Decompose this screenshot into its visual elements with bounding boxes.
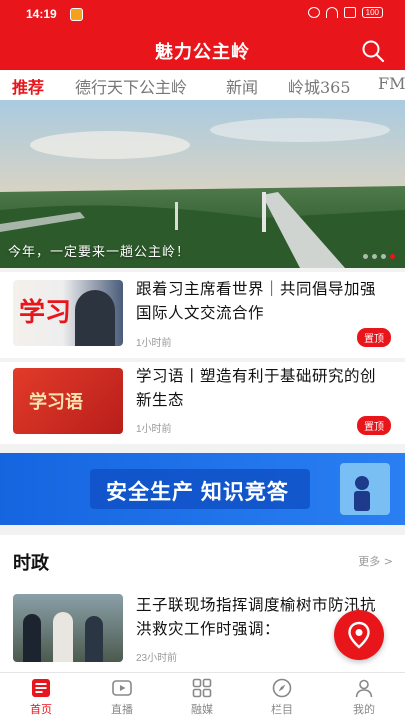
tab-dexing[interactable]: 德行天下公主岭 — [75, 74, 187, 98]
nav-label: 我的 — [353, 703, 375, 716]
tab-lingcheng[interactable]: 岭城365 — [288, 74, 351, 98]
nav-label: 直播 — [111, 703, 133, 716]
tab-fm[interactable]: FM — [378, 74, 405, 93]
person-figure — [85, 616, 103, 662]
channel-tabs: 推荐 德行天下公主岭 新闻 岭城365 FM — [0, 70, 405, 100]
user-icon — [355, 679, 373, 698]
nav-profile[interactable]: 我的 — [334, 677, 394, 717]
status-time: 14:19 — [26, 7, 57, 21]
app-notification-icon — [70, 8, 83, 21]
location-pin-icon — [348, 621, 370, 649]
search-icon[interactable] — [361, 39, 385, 63]
nav-label: 首页 — [30, 703, 52, 716]
person-figure — [75, 290, 115, 346]
pinned-badge: 置顶 — [357, 328, 391, 347]
carousel-dot — [381, 254, 386, 259]
ad-text: 安全生产 知识竞答 — [106, 481, 289, 504]
carousel-dot-active — [390, 254, 395, 259]
carousel-dots — [363, 254, 395, 259]
compass-icon — [272, 678, 292, 698]
news-title: 跟着习主席看世界｜共同倡导加强国际人文交流合作 — [136, 280, 377, 322]
sim-icon — [343, 7, 356, 18]
banner-caption: 今年，一定要来一趟公主岭！ — [8, 245, 191, 260]
banner-carousel[interactable]: 今年，一定要来一趟公主岭！ — [0, 100, 405, 268]
tab-recommend[interactable]: 推荐 — [12, 74, 44, 98]
news-item[interactable]: 学习语 学习语丨塑造有利于基础研究的创新生态 1小时前 置顶 — [0, 362, 405, 444]
status-icons: 100 — [307, 7, 383, 18]
news-title: 学习语丨塑造有利于基础研究的创新生态 — [136, 367, 377, 409]
person-figure — [23, 614, 41, 662]
battery-icon: 100 — [361, 7, 383, 18]
bottom-nav: 首页 直播 融媒 栏目 我的 — [0, 672, 405, 720]
nav-label: 融媒 — [191, 703, 213, 716]
status-bar: 14:19 100 — [0, 0, 405, 30]
thumbnail-text: 学习 — [19, 298, 72, 328]
news-thumbnail — [13, 594, 123, 662]
nav-live[interactable]: 直播 — [92, 677, 152, 717]
person-figure — [53, 612, 73, 662]
section-title: 时政 — [13, 553, 49, 574]
location-fab[interactable] — [334, 610, 384, 660]
pinned-badge: 置顶 — [357, 416, 391, 435]
more-link[interactable]: 更多 > — [358, 553, 393, 569]
news-time: 23小时前 — [136, 653, 178, 664]
live-tv-icon — [112, 680, 132, 696]
news-thumbnail: 学习语 — [13, 368, 123, 434]
carousel-dot — [363, 254, 368, 259]
nav-media[interactable]: 融媒 — [172, 677, 232, 717]
nav-columns[interactable]: 栏目 — [252, 677, 312, 717]
news-time: 1小时前 — [136, 338, 172, 349]
wifi-icon — [325, 7, 338, 18]
nav-home[interactable]: 首页 — [11, 677, 71, 717]
news-icon — [32, 679, 50, 697]
thumbnail-text: 学习语 — [29, 392, 83, 413]
tab-news[interactable]: 新闻 — [226, 74, 258, 98]
carousel-dot — [372, 254, 377, 259]
app-title: 魅力公主岭 — [155, 42, 250, 63]
grid-icon — [192, 678, 212, 698]
app-header: 魅力公主岭 — [0, 30, 405, 70]
news-item[interactable]: 学习 跟着习主席看世界｜共同倡导加强国际人文交流合作 1小时前 置顶 — [0, 272, 405, 358]
alarm-icon — [307, 7, 320, 18]
section-header: 时政 更多 > — [0, 535, 405, 585]
news-time: 1小时前 — [136, 424, 172, 435]
ad-banner[interactable]: 安全生产 知识竞答 — [0, 453, 405, 525]
news-thumbnail: 学习 — [13, 280, 123, 346]
nav-label: 栏目 — [271, 703, 293, 716]
